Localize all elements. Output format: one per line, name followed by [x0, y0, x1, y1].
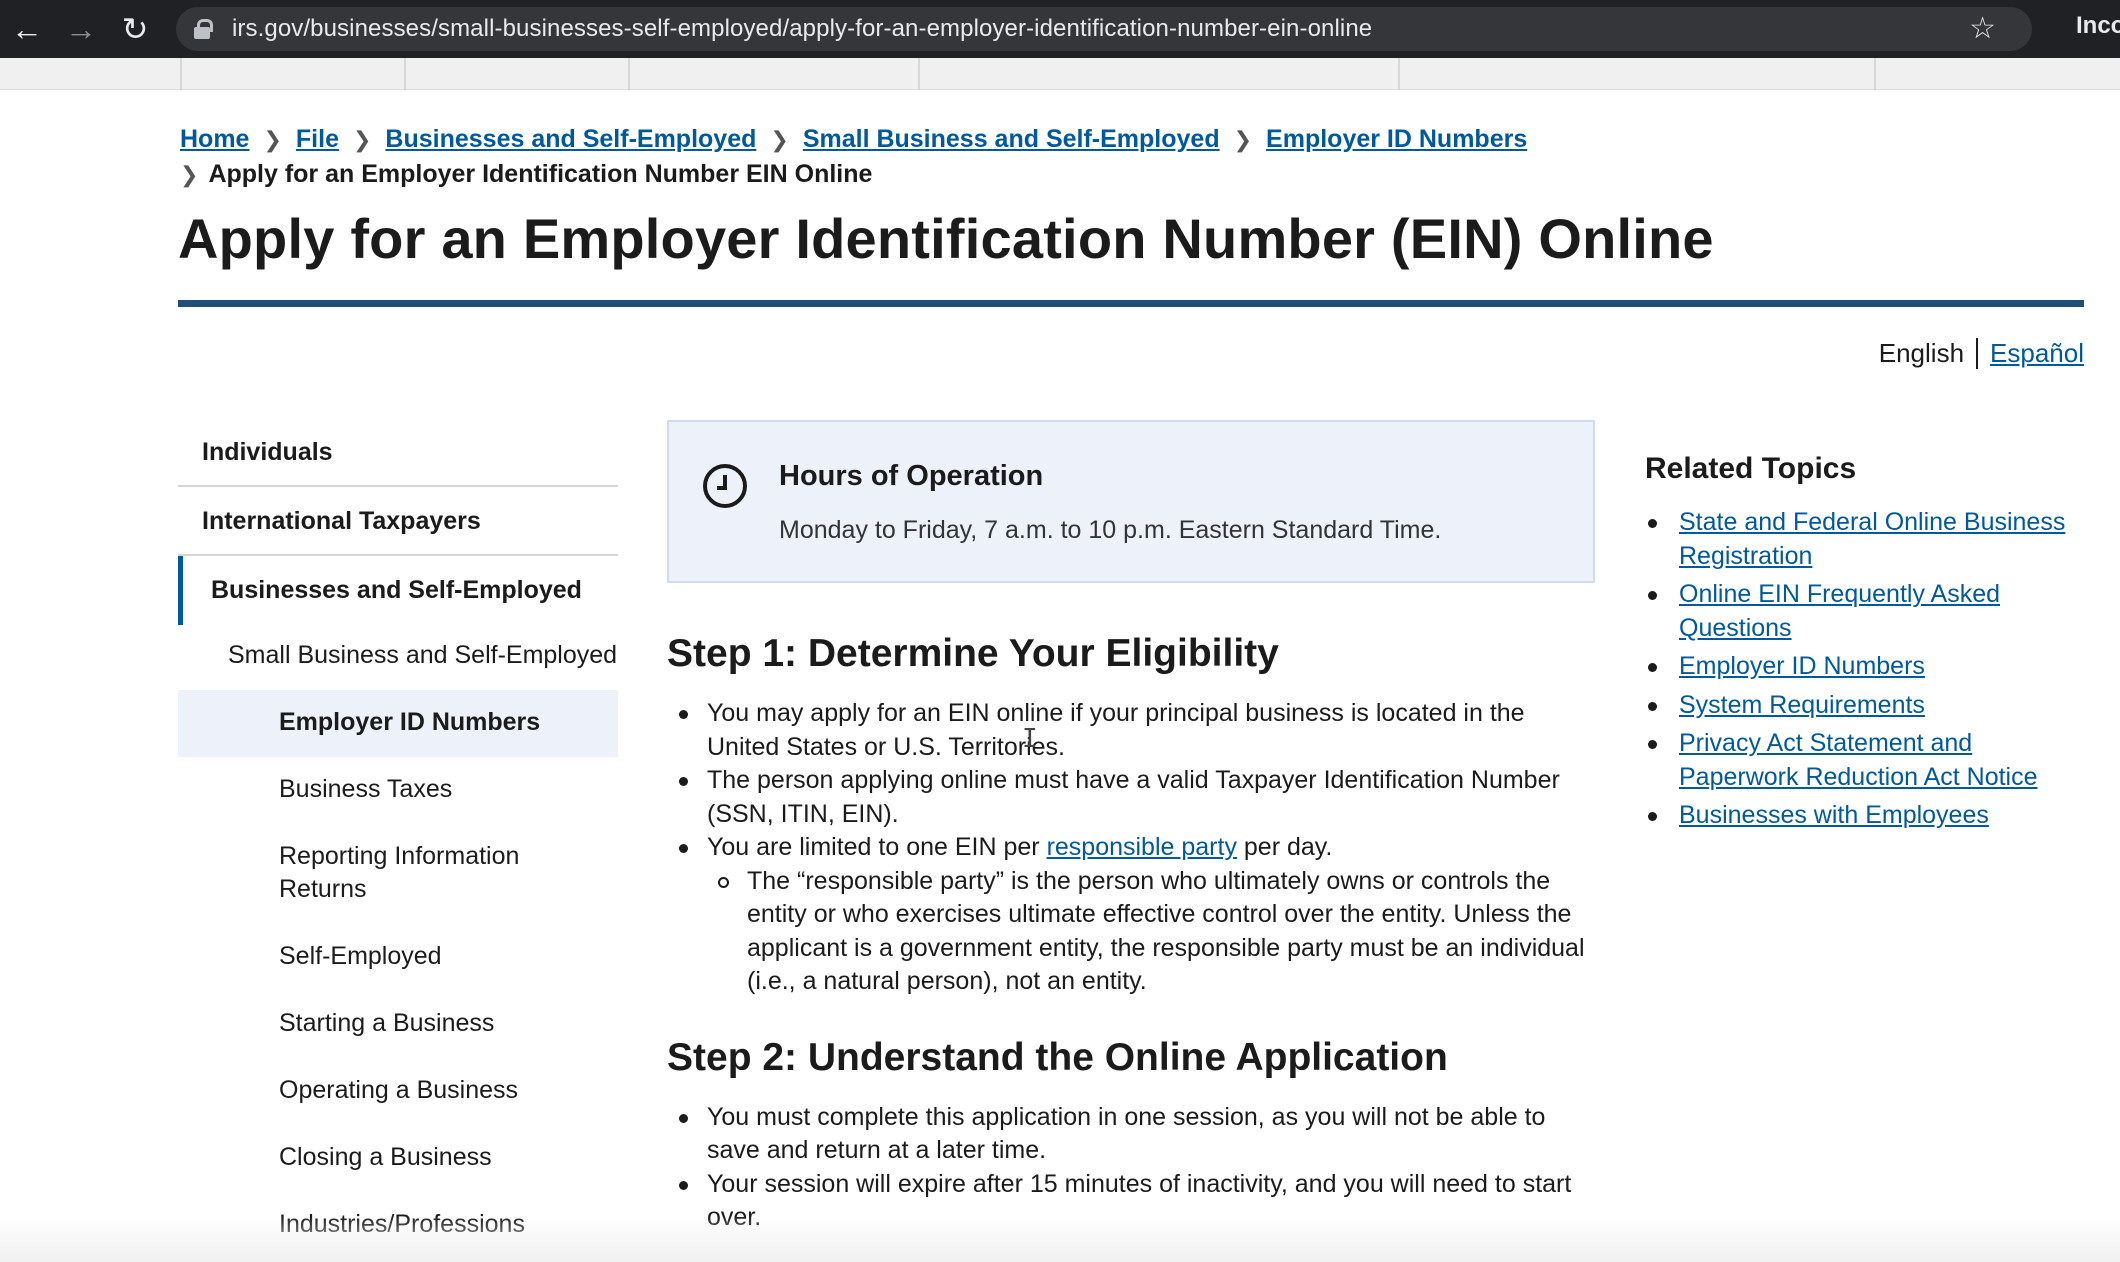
list-item: Online EIN Frequently Asked Questions	[1648, 578, 2085, 645]
step2-heading: Step 2: Understand the Online Applicatio…	[667, 1035, 1448, 1079]
clock-icon	[703, 464, 747, 508]
breadcrumb: Home ❯ File ❯ Businesses and Self-Employed ❯ S…	[180, 122, 2080, 192]
breadcrumb-businesses-link[interactable]: Businesses and Self-Employed	[385, 125, 756, 153]
related-link-ein-faq[interactable]: Online EIN Frequently Asked Questions	[1679, 580, 2000, 642]
list-item: State and Federal Online Business Regist…	[1648, 506, 2085, 573]
breadcrumb-small-business-link[interactable]: Small Business and Self-Employed	[803, 125, 1220, 153]
address-bar[interactable]: irs.gov/businesses/small-businesses-self…	[176, 7, 2032, 51]
step1-heading: Step 1: Determine Your Eligibility	[667, 632, 1279, 675]
chevron-right-icon: ❯	[263, 127, 282, 152]
related-link-employer-id-numbers[interactable]: Employer ID Numbers	[1679, 652, 1925, 680]
breadcrumb-employer-id-link[interactable]: Employer ID Numbers	[1266, 125, 1527, 153]
sidebar-item-starting-a-business[interactable]: Starting a Business	[178, 991, 618, 1058]
breadcrumb-home-link[interactable]: Home	[180, 125, 249, 153]
sidebar-item-business-taxes[interactable]: Business Taxes	[178, 757, 618, 824]
list-item: The person applying online must have a v…	[679, 764, 1595, 831]
lock-icon	[194, 19, 213, 39]
sidebar-item-operating-a-business[interactable]: Operating a Business	[178, 1058, 618, 1125]
related-link-business-registration[interactable]: State and Federal Online Business Regist…	[1679, 508, 2065, 570]
list-item: Privacy Act Statement and Paperwork Redu…	[1648, 727, 2085, 794]
list-item: System Requirements	[1648, 689, 2085, 723]
main-content: Hours of Operation Monday to Friday, 7 a…	[667, 420, 1595, 1235]
list-item: You may apply for an EIN online if your …	[679, 697, 1595, 764]
list-item: The “responsible party” is the person wh…	[718, 865, 1595, 999]
text-cursor-icon: I	[1022, 724, 1038, 754]
list-item: Businesses with Employees	[1648, 799, 2085, 833]
sidebar-nav: Individuals International Taxpayers Busi…	[178, 418, 618, 1259]
step1-sublist: The “responsible party” is the person wh…	[707, 865, 1595, 999]
related-topics: Related Topics State and Federal Online …	[1645, 452, 2085, 838]
bottom-fade	[0, 1216, 2120, 1262]
sidebar-item-reporting-information-returns[interactable]: Reporting Information Returns	[178, 824, 618, 924]
page-title: Apply for an Employer Identification Num…	[178, 207, 1714, 270]
site-header-strip	[0, 58, 2120, 90]
profile-button[interactable]: Inco	[2076, 12, 2120, 40]
related-link-privacy-act[interactable]: Privacy Act Statement and Paperwork Redu…	[1679, 729, 2038, 791]
sidebar-item-small-business[interactable]: Small Business and Self-Employed	[178, 625, 618, 690]
list-item-text: per day.	[1236, 833, 1333, 861]
url-text[interactable]: irs.gov/businesses/small-businesses-self…	[232, 15, 1372, 43]
browser-toolbar: ← → ↻ irs.gov/businesses/small-businesse…	[0, 0, 2120, 58]
back-icon[interactable]: ←	[0, 0, 54, 58]
title-divider	[178, 300, 2084, 307]
sidebar-item-closing-a-business[interactable]: Closing a Business	[178, 1125, 618, 1192]
related-topics-title: Related Topics	[1645, 452, 1857, 485]
language-english: English	[1879, 338, 1979, 369]
sidebar-item-employer-id-numbers[interactable]: Employer ID Numbers	[178, 690, 618, 757]
chevron-right-icon: ❯	[352, 127, 372, 152]
alert-text: Monday to Friday, 7 a.m. to 10 p.m. East…	[779, 516, 1442, 544]
bookmark-star-icon[interactable]: ☆	[1969, 11, 1996, 46]
related-link-system-requirements[interactable]: System Requirements	[1679, 691, 1925, 719]
list-item: Employer ID Numbers	[1648, 650, 2085, 684]
breadcrumb-file-link[interactable]: File	[296, 125, 339, 153]
step1-list: You may apply for an EIN online if your …	[667, 697, 1595, 999]
language-switcher: English Español	[1879, 338, 2084, 369]
related-link-businesses-with-employees[interactable]: Businesses with Employees	[1679, 801, 1989, 829]
hours-of-operation-alert: Hours of Operation Monday to Friday, 7 a…	[667, 420, 1595, 583]
language-espanol-link[interactable]: Español	[1978, 338, 2084, 369]
sidebar-item-self-employed[interactable]: Self-Employed	[178, 924, 618, 991]
list-item: You must complete this application in on…	[679, 1101, 1595, 1168]
chevron-right-icon: ❯	[770, 127, 789, 152]
list-item-text: You are limited to one EIN per	[707, 833, 1047, 861]
reload-icon[interactable]: ↻	[108, 0, 162, 58]
chevron-right-icon: ❯	[180, 162, 199, 187]
alert-title: Hours of Operation	[779, 460, 1044, 492]
list-item: You are limited to one EIN per responsib…	[679, 831, 1595, 999]
breadcrumb-current: Apply for an Employer Identification Num…	[208, 160, 873, 188]
related-topics-list: State and Federal Online Business Regist…	[1645, 506, 2085, 833]
sidebar-item-businesses[interactable]: Businesses and Self-Employed	[178, 556, 618, 625]
sidebar-item-individuals[interactable]: Individuals	[178, 418, 618, 487]
sidebar-item-international-taxpayers[interactable]: International Taxpayers	[178, 487, 618, 556]
chevron-right-icon: ❯	[1233, 127, 1253, 152]
forward-icon[interactable]: →	[54, 0, 108, 58]
step2-list: You must complete this application in on…	[667, 1101, 1595, 1235]
responsible-party-link[interactable]: responsible party	[1047, 833, 1237, 861]
